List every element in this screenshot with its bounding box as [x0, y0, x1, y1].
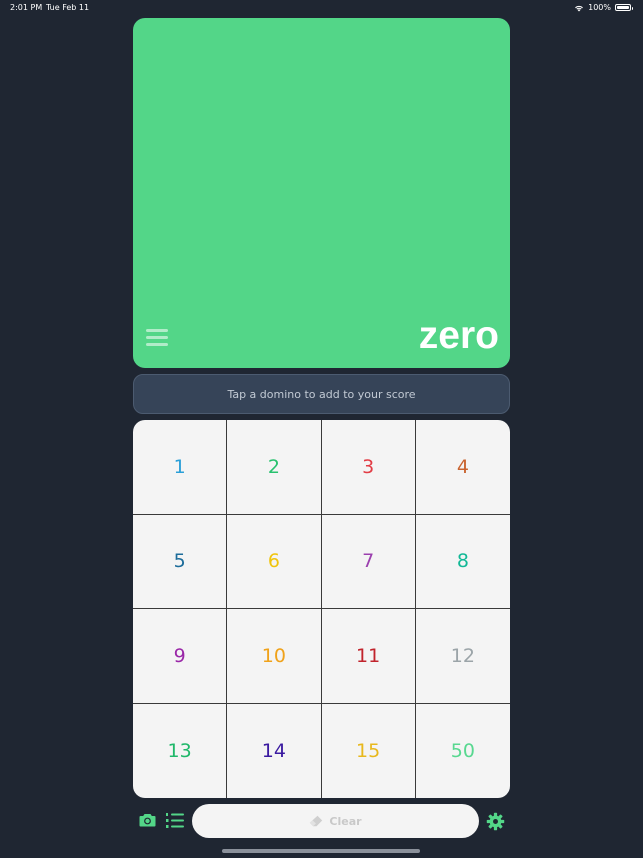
- gear-icon[interactable]: [486, 812, 505, 831]
- domino-4[interactable]: 4: [415, 420, 510, 515]
- battery-icon: [615, 4, 633, 11]
- status-time: 2:01 PM: [10, 3, 43, 12]
- domino-6[interactable]: 6: [227, 514, 322, 609]
- domino-5[interactable]: 5: [133, 514, 228, 609]
- home-indicator: [222, 849, 420, 853]
- score-value: zero: [418, 314, 499, 357]
- domino-10[interactable]: 10: [227, 609, 322, 704]
- domino-8[interactable]: 8: [415, 515, 510, 609]
- score-card: zero: [133, 18, 510, 368]
- status-bar: 2:01 PM Tue Feb 11 100%: [0, 0, 643, 16]
- menu-icon[interactable]: [146, 329, 168, 346]
- camera-icon[interactable]: [139, 813, 156, 827]
- domino-15[interactable]: 15: [322, 703, 416, 798]
- bottom-toolbar: Clear: [0, 802, 643, 842]
- clear-button[interactable]: Clear: [192, 804, 479, 838]
- domino-11[interactable]: 11: [321, 609, 416, 704]
- eraser-icon: [310, 815, 323, 827]
- wifi-icon: [575, 5, 584, 11]
- domino-12[interactable]: 12: [415, 609, 510, 704]
- domino-9[interactable]: 9: [133, 609, 228, 704]
- status-date: Tue Feb 11: [46, 3, 90, 12]
- clear-label: Clear: [329, 814, 362, 828]
- domino-2[interactable]: 2: [227, 420, 322, 515]
- hint-bar: Tap a domino to add to your score: [133, 374, 510, 414]
- status-right: 100%: [574, 3, 633, 12]
- domino-grid: 1 2 3 4 5 6 7 8 9 10 11 12 13 14 15 50: [133, 420, 510, 798]
- battery-percent: 100%: [588, 3, 611, 12]
- numbered-list-icon[interactable]: [165, 812, 185, 829]
- domino-14[interactable]: 14: [227, 703, 322, 798]
- domino-7[interactable]: 7: [321, 514, 416, 609]
- domino-13[interactable]: 13: [133, 703, 228, 798]
- domino-1[interactable]: 1: [133, 420, 228, 515]
- domino-3[interactable]: 3: [321, 420, 416, 515]
- domino-50[interactable]: 50: [416, 704, 510, 799]
